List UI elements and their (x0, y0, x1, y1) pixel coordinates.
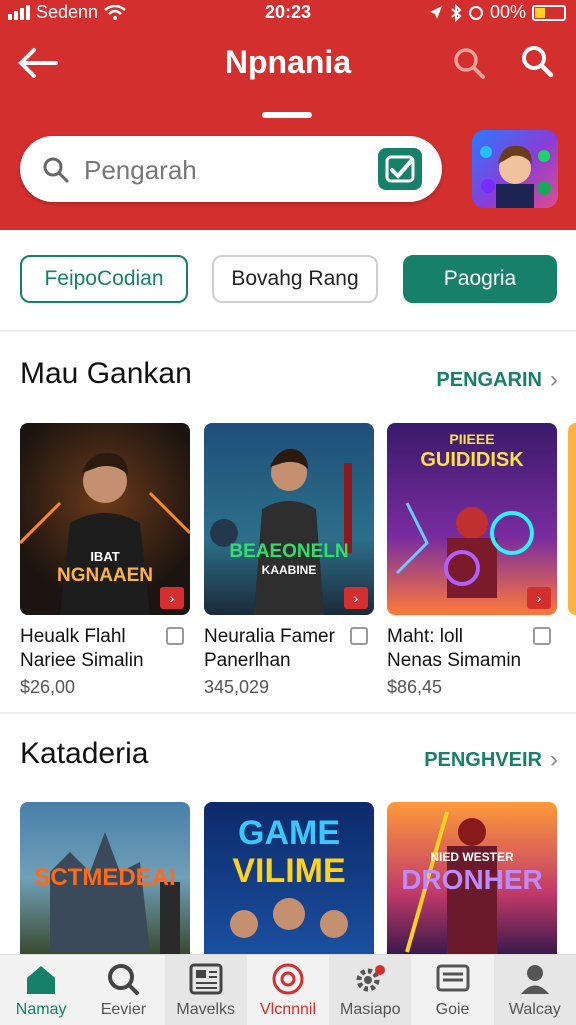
game-name: Neuralia Famer (204, 626, 335, 647)
location-icon (429, 5, 442, 19)
search-icon[interactable] (452, 46, 486, 80)
target-icon (272, 963, 304, 995)
game-thumbnail: IBAT NGNAAEN › (20, 423, 190, 615)
search-input[interactable] (82, 150, 376, 190)
game-developer: Nenas Simamin (387, 650, 522, 671)
bookmark-icon[interactable] (166, 627, 184, 645)
game-card[interactable]: PIIEEE GUIDIDISK › Maht: loll Nenas Sima… (387, 423, 557, 698)
game-art-title: NGNAAEN (56, 565, 154, 586)
divider (0, 712, 576, 714)
game-card[interactable]: SCTMEDEAI (20, 802, 190, 954)
nav-settings[interactable]: Masiapo (329, 955, 412, 1025)
game-card[interactable]: BEAEONELN KAABINE › Neuralia Famer Paner… (204, 423, 374, 698)
see-all-label: PENGARIN (436, 368, 542, 391)
game-card[interactable]: NIED WESTER DRONHER (387, 802, 557, 954)
bluetooth-icon (451, 3, 462, 22)
nav-label: Namay (15, 1001, 67, 1018)
game-thumbnail: BEAEONELN KAABINE › (204, 423, 374, 615)
game-card[interactable]: GAME VILIME (204, 802, 374, 954)
search-icon[interactable] (520, 44, 554, 78)
game-name: Maht: loll (387, 626, 464, 647)
chip-feipocodian[interactable]: FeipoCodian (20, 255, 188, 303)
game-thumbnail: NIED WESTER DRONHER (387, 802, 557, 954)
game-price: $86,45 (387, 677, 443, 697)
nav-label: Walcay (508, 1001, 561, 1018)
chevron-right-icon: › (550, 746, 558, 773)
nav-label: Masiapo (340, 1001, 401, 1018)
status-bar: Sedenn 20:23 00% (0, 0, 576, 26)
user-icon (520, 965, 549, 994)
character-portrait-icon (480, 145, 551, 208)
chevron-right-icon: › (550, 366, 558, 393)
nav-label: Goie (435, 1001, 470, 1018)
play-icon[interactable]: › (344, 587, 368, 609)
game-avatar-icon[interactable] (472, 130, 558, 208)
bookmark-icon[interactable] (350, 627, 368, 645)
search-bar[interactable] (20, 136, 442, 202)
header: Sedenn 20:23 00% Npnania (0, 0, 576, 230)
search-icon (43, 157, 69, 183)
section-title: Kataderia (20, 737, 149, 770)
nav-news[interactable]: Mavelks (164, 955, 247, 1025)
game-art-title: GUIDIDISK (420, 449, 524, 471)
verify-button[interactable] (378, 148, 422, 190)
chip-paogria[interactable]: Paogria (403, 255, 557, 303)
play-icon[interactable]: › (527, 587, 551, 609)
check-edit-icon (385, 155, 415, 183)
nav-library[interactable]: Goie (411, 955, 493, 1025)
gear-icon (356, 965, 386, 992)
filter-chips: FeipoCodian Bovahg Rang Paogria (20, 255, 560, 305)
game-thumbnail: GAME VILIME (204, 802, 374, 954)
game-art-subtitle: PIIEEE (449, 431, 495, 447)
game-developer: Panerlhan (204, 650, 291, 671)
section-title: Mau Gankan (20, 357, 192, 390)
game-thumbnail: PIIEEE GUIDIDISK › (387, 423, 557, 615)
nav-label: Eevier (100, 1001, 147, 1018)
game-developer: Nariee Simalin (20, 650, 144, 671)
nav-explore[interactable]: Eevier (82, 955, 164, 1025)
battery-icon (532, 4, 566, 21)
game-thumbnail: SCTMEDEAI (20, 802, 190, 954)
game-price: 345,029 (204, 677, 270, 697)
page-title: Npnania (224, 44, 352, 80)
game-art-title: DRONHER (401, 864, 543, 895)
section-see-all-link[interactable]: PENGHVEIR › (424, 746, 558, 774)
alarm-icon (468, 5, 483, 20)
nav-profile[interactable]: Walcay (493, 955, 576, 1025)
nav-label: Vlcnnnil (259, 1001, 316, 1018)
game-card-partial[interactable] (568, 423, 576, 615)
bookmark-icon[interactable] (533, 627, 551, 645)
newspaper-icon (189, 963, 223, 995)
play-icon[interactable]: › (160, 587, 184, 609)
game-card[interactable]: IBAT NGNAAEN › Heualk Flahl Nariee Simal… (20, 423, 190, 698)
divider (0, 330, 576, 332)
nav-label: Mavelks (176, 1001, 236, 1018)
game-name: Heualk Flahl (20, 626, 126, 647)
game-art-title: BEAEONELN (229, 541, 349, 562)
search-icon (108, 964, 140, 995)
game-art-title: GAME (238, 814, 340, 852)
bottom-navigation: Namay Eevier Mavelks Vlcnnnil Masiapo Go… (0, 954, 576, 1025)
game-art-subtitle: NIED WESTER (430, 850, 514, 864)
game-art-subtitle: VILIME (232, 852, 346, 890)
nav-home[interactable]: Namay (0, 955, 82, 1025)
nav-center[interactable]: Vlcnnnil (247, 955, 329, 1025)
battery-percent: 00% (489, 2, 526, 22)
game-art-subtitle: IBAT (90, 549, 120, 564)
section-see-all-link[interactable]: PENGARIN › (436, 366, 558, 394)
chip-bovahg-rang[interactable]: Bovahg Rang (212, 255, 378, 303)
drag-handle[interactable] (262, 112, 312, 118)
game-art-title: SCTMEDEAI (34, 864, 176, 891)
game-price: $26,00 (20, 677, 76, 697)
see-all-label: PENGHVEIR (424, 748, 542, 771)
app-bar: Npnania (0, 36, 576, 92)
game-art-subtitle: KAABINE (261, 563, 317, 577)
list-icon (436, 964, 470, 992)
home-icon (27, 966, 56, 994)
